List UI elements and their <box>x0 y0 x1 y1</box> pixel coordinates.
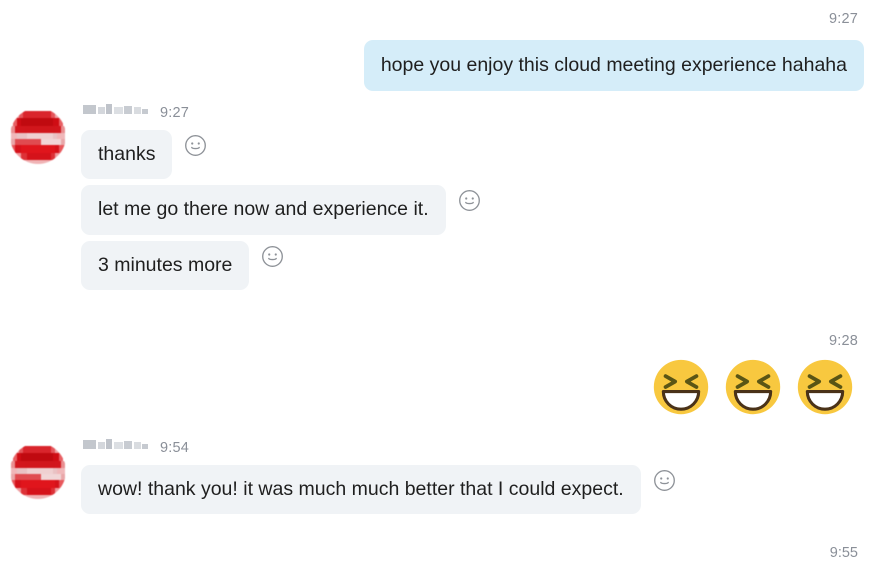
grinning-squinting-face-emoji[interactable] <box>652 358 710 416</box>
message-bubble-incoming[interactable]: let me go there now and experience it. <box>81 185 446 235</box>
sender-name-redacted <box>83 439 151 451</box>
sender-timestamp: 9:27 <box>160 105 190 121</box>
message-bubble-incoming[interactable]: thanks <box>81 130 173 180</box>
add-reaction-smiley-icon[interactable] <box>261 245 284 268</box>
timestamp-separator-sticker: 9:28 <box>828 333 858 349</box>
message-row-incoming: let me go there now and experience it. <box>81 185 481 235</box>
message-bubble-incoming[interactable]: 3 minutes more <box>81 240 250 291</box>
incoming-column-2: 9:54 wow! thank you! it was much much be… <box>81 439 676 520</box>
chat-message-list[interactable]: 9:27 hope you enjoy this cloud meeting e… <box>0 0 872 561</box>
avatar[interactable] <box>9 442 67 500</box>
message-group-incoming-2: 9:54 wow! thank you! it was much much be… <box>0 439 676 520</box>
message-bubble-incoming[interactable]: wow! thank you! it was much much better … <box>81 465 641 515</box>
pixelated-red-avatar-icon <box>10 108 66 164</box>
timestamp-separator-first: 9:27 <box>828 11 858 27</box>
message-bubble-outgoing[interactable]: hope you enjoy this cloud meeting experi… <box>363 40 864 92</box>
grinning-squinting-face-emoji[interactable] <box>724 358 782 416</box>
add-reaction-smiley-icon[interactable] <box>184 134 207 157</box>
message-row-incoming: wow! thank you! it was much much better … <box>81 465 676 515</box>
timestamp-separator-bottom-cutoff: 9:55 <box>829 545 858 561</box>
sender-line: 9:27 <box>81 104 481 124</box>
pixelated-red-avatar-icon <box>10 443 66 499</box>
message-row-incoming: 3 minutes more <box>81 240 481 291</box>
sticker-message-row <box>652 358 854 416</box>
incoming-column-1: 9:27 thanks let me go there now and expe… <box>81 104 481 296</box>
message-group-incoming-1: 9:27 thanks let me go there now and expe… <box>0 104 481 296</box>
add-reaction-smiley-icon[interactable] <box>458 189 481 212</box>
message-row-incoming: thanks <box>81 130 481 180</box>
sender-line: 9:54 <box>81 439 676 459</box>
sender-name-redacted <box>83 104 151 116</box>
message-row-outgoing: hope you enjoy this cloud meeting experi… <box>363 40 864 92</box>
grinning-squinting-face-emoji[interactable] <box>796 358 854 416</box>
add-reaction-smiley-icon[interactable] <box>653 469 676 492</box>
avatar[interactable] <box>9 107 67 165</box>
sender-timestamp: 9:54 <box>160 440 190 456</box>
